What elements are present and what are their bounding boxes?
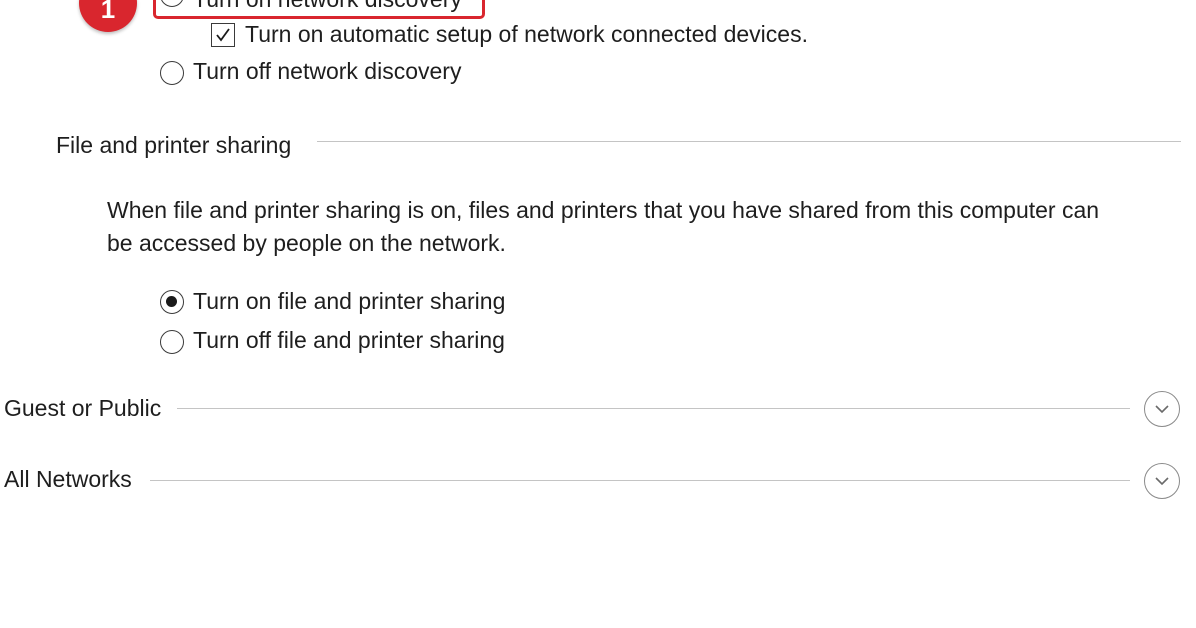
network-discovery-off-radio[interactable] bbox=[160, 61, 184, 85]
step-number: 1 bbox=[100, 0, 116, 24]
file-sharing-on-radio[interactable] bbox=[160, 290, 184, 314]
section-divider bbox=[317, 141, 1181, 142]
description-line-2: be accessed by people on the network. bbox=[107, 230, 506, 256]
step-number-badge: 1 bbox=[79, 0, 137, 32]
network-discovery-off-label[interactable]: Turn off network discovery bbox=[193, 57, 461, 85]
section-divider bbox=[177, 408, 1130, 409]
file-sharing-off-radio[interactable] bbox=[160, 330, 184, 354]
guest-public-expand-button[interactable] bbox=[1144, 391, 1180, 427]
file-sharing-off-label[interactable]: Turn off file and printer sharing bbox=[193, 326, 505, 354]
profile-guest-public-heading[interactable]: Guest or Public bbox=[4, 394, 161, 422]
chevron-down-icon bbox=[1155, 405, 1169, 414]
file-sharing-on-label[interactable]: Turn on file and printer sharing bbox=[193, 287, 505, 315]
highlight-box bbox=[153, 0, 485, 19]
auto-setup-label[interactable]: Turn on automatic setup of network conne… bbox=[245, 20, 808, 48]
auto-setup-checkbox[interactable] bbox=[211, 23, 235, 47]
description-line-1: When file and printer sharing is on, fil… bbox=[107, 197, 1100, 223]
checkmark-icon bbox=[216, 28, 230, 42]
profile-all-networks-heading[interactable]: All Networks bbox=[4, 465, 132, 493]
chevron-down-icon bbox=[1155, 477, 1169, 486]
file-printer-sharing-description: When file and printer sharing is on, fil… bbox=[107, 194, 1177, 260]
all-networks-expand-button[interactable] bbox=[1144, 463, 1180, 499]
file-printer-sharing-heading: File and printer sharing bbox=[56, 132, 292, 158]
section-divider bbox=[150, 480, 1130, 481]
